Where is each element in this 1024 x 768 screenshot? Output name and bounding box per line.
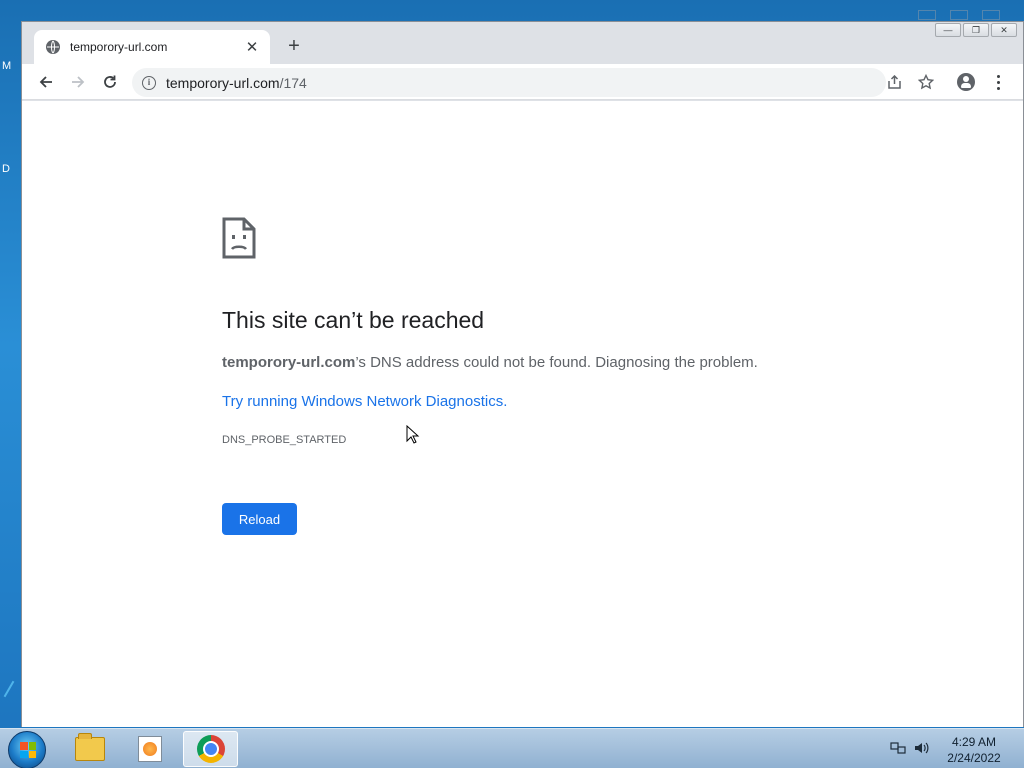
clock-date: 2/24/2022 [947,751,1001,765]
star-icon[interactable] [914,70,938,94]
browser-window: — ❐ ✕ temporory-url.com ✕ + i temporory-… [21,21,1024,727]
error-description-text: ’s DNS address could not be found. Diagn… [355,354,758,371]
tab-active[interactable]: temporory-url.com ✕ [34,30,270,64]
error-title: This site can’t be reached [222,307,485,333]
volume-icon[interactable] [914,741,930,755]
share-icon[interactable] [882,70,906,94]
address-bar[interactable]: i temporory-url.com/174 [132,68,886,97]
tab-title: temporory-url.com [70,40,168,54]
error-description: temporory-url.com’s DNS address could no… [222,354,758,371]
tab-close-icon[interactable]: ✕ [244,40,260,55]
taskbar: 4:29 AM 2/24/2022 [0,728,1024,768]
windows-logo-icon [20,742,36,758]
new-tab-button[interactable]: + [284,35,304,57]
info-icon[interactable]: i [142,75,156,90]
sad-page-icon [222,217,256,264]
globe-icon [46,40,60,54]
system-tray [890,741,930,755]
minimize-button[interactable]: — [935,23,961,37]
error-page: This site can’t be reached temporory-url… [22,101,1023,727]
kebab-menu-icon[interactable] [986,70,1010,94]
file-explorer-icon[interactable] [62,731,117,767]
browser-toolbar: i temporory-url.com/174 [22,64,1023,100]
error-code: DNS_PROBE_STARTED [222,434,347,446]
forward-arrow-icon[interactable] [66,70,90,94]
reload-button[interactable]: Reload [222,503,297,535]
back-arrow-icon[interactable] [34,70,58,94]
close-window-button[interactable]: ✕ [991,23,1017,37]
maximize-button[interactable]: ❐ [963,23,989,37]
mouse-cursor-icon [406,424,420,450]
network-diagnostics-link[interactable]: Try running Windows Network Diagnostics. [222,393,507,410]
desktop-wallpaper-stroke [3,680,15,698]
start-button[interactable] [8,731,46,768]
chrome-icon[interactable] [183,731,238,767]
profile-icon[interactable] [954,70,978,94]
desktop-icon-label: M [2,60,12,72]
clock[interactable]: 4:29 AM 2/24/2022 [942,734,1006,766]
media-player-icon[interactable] [122,731,177,767]
error-host: temporory-url.com [222,354,356,371]
url-path: /174 [279,74,307,91]
network-icon[interactable] [890,741,906,755]
clock-time: 4:29 AM [951,735,997,749]
url-host: temporory-url.com [166,74,280,91]
reload-icon[interactable] [98,70,122,94]
url-text[interactable]: temporory-url.com/174 [166,75,307,91]
desktop-icon-label: D [2,163,10,175]
window-controls: — ❐ ✕ [935,23,1017,37]
